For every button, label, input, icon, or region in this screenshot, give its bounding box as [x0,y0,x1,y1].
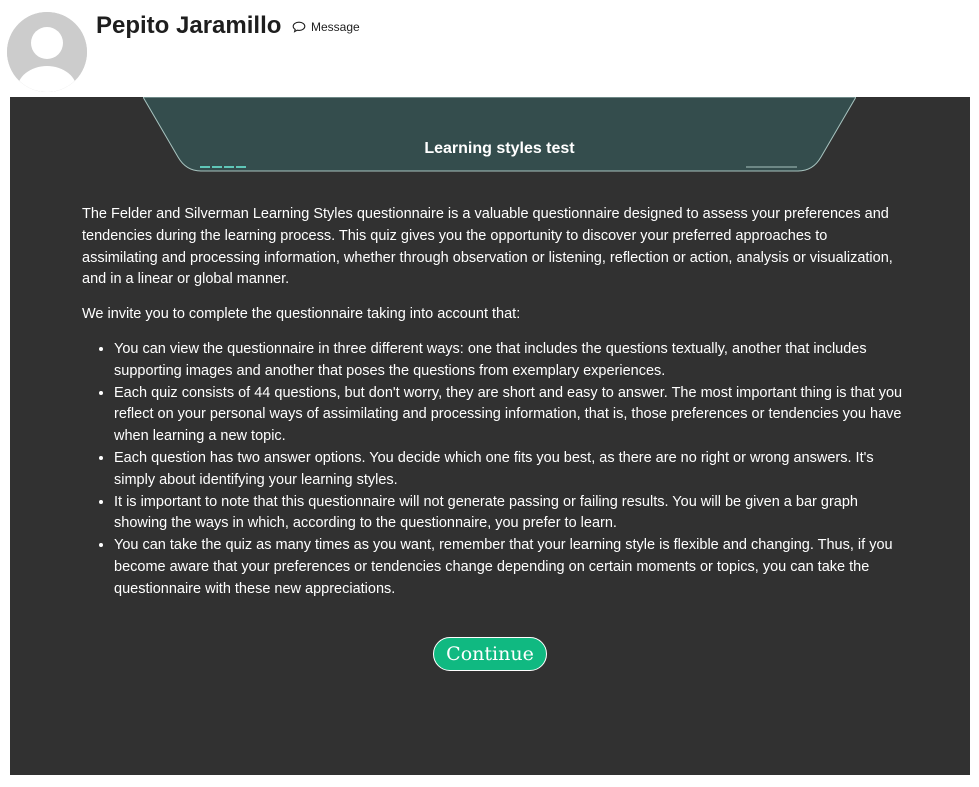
list-item: Each quiz consists of 44 questions, but … [114,383,904,448]
continue-button[interactable]: Continue [433,637,547,671]
intro-paragraph: The Felder and Silverman Learning Styles… [82,206,893,288]
intro-content: The Felder and Silverman Learning Styles… [82,204,904,601]
banner-title: Learning styles test [424,140,575,157]
content-panel: Learning styles test The Felder and Silv… [10,97,970,775]
list-item: It is important to note that this questi… [114,492,904,536]
invite-paragraph: We invite you to complete the questionna… [82,306,521,323]
profile-header: Pepito Jaramillo Message [0,0,979,97]
message-link[interactable]: Message [292,18,360,36]
banner: Learning styles test [143,97,856,173]
default-user-avatar-icon [7,12,87,92]
speech-bubble-icon [292,21,306,33]
conditions-list: You can view the questionnaire in three … [82,339,904,601]
avatar[interactable] [7,12,87,92]
message-label: Message [311,20,360,34]
banner-shape [143,97,856,172]
list-item: You can view the questionnaire in three … [114,339,904,383]
list-item: You can take the quiz as many times as y… [114,535,904,600]
user-name[interactable]: Pepito Jaramillo [96,10,281,42]
list-item: Each question has two answer options. Yo… [114,448,904,492]
